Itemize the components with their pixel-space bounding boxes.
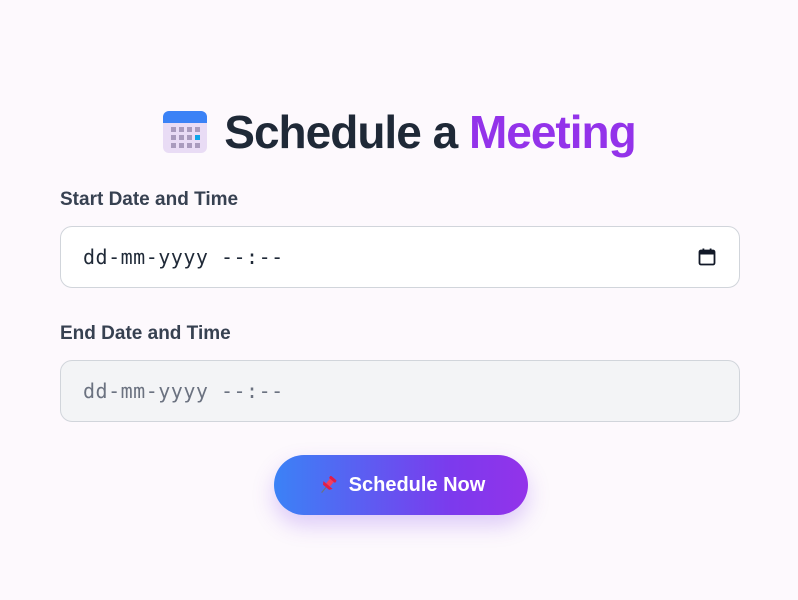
page-header: Schedule a Meeting bbox=[0, 100, 798, 164]
page-title-main: Schedule a bbox=[224, 106, 458, 158]
end-datetime-label: End Date and Time bbox=[60, 323, 231, 344]
start-datetime-label: Start Date and Time bbox=[60, 189, 239, 210]
schedule-now-label: Schedule Now bbox=[348, 473, 486, 496]
schedule-now-button[interactable]: Schedule Now bbox=[274, 455, 528, 515]
pushpin-icon bbox=[320, 475, 337, 494]
end-datetime-input[interactable]: dd-mm-yyyy --:-- bbox=[60, 360, 740, 422]
start-datetime-input[interactable]: dd-mm-yyyy --:-- bbox=[60, 226, 740, 288]
calendar-picker-icon[interactable] bbox=[697, 247, 717, 267]
start-datetime-value: dd-mm-yyyy --:-- bbox=[83, 245, 284, 269]
calendar-icon bbox=[163, 111, 208, 153]
end-datetime-value: dd-mm-yyyy --:-- bbox=[83, 379, 284, 403]
page-title-accent: Meeting bbox=[468, 106, 637, 158]
page-title: Schedule a Meeting bbox=[224, 100, 637, 164]
